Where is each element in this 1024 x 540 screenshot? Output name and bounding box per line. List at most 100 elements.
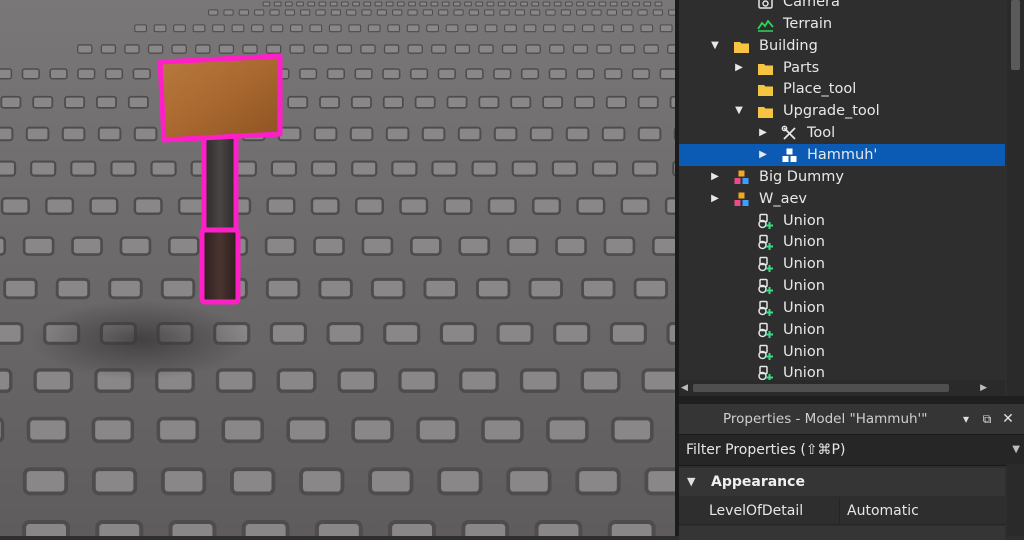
- scroll-right-icon[interactable]: ▶: [980, 380, 987, 396]
- baseplate-stud: [78, 45, 92, 53]
- horizontal-scroll-thumb[interactable]: [693, 384, 949, 392]
- hammer-grip: [202, 230, 238, 302]
- undock-icon[interactable]: ⧉: [978, 404, 996, 434]
- explorer-item-label: Union: [783, 231, 825, 253]
- baseplate-stud: [24, 238, 53, 255]
- baseplate-stud: [244, 522, 288, 536]
- explorer-item[interactable]: Union: [679, 253, 1005, 275]
- baseplate-stud: [548, 419, 587, 442]
- explorer-item[interactable]: Union: [679, 319, 1005, 341]
- collapse-arrow-icon[interactable]: ▼: [709, 35, 721, 57]
- explorer-item[interactable]: ▶Parts: [679, 57, 1005, 79]
- 3d-viewport[interactable]: [0, 0, 675, 536]
- baseplate-stud: [57, 279, 89, 297]
- explorer-item-label: Union: [783, 341, 825, 363]
- category-label: Appearance: [711, 468, 805, 496]
- baseplate-stud: [575, 97, 594, 108]
- close-icon[interactable]: ✕: [999, 404, 1017, 434]
- explorer-panel: CameraTerrain▼Building▶PartsPlace_tool▼U…: [679, 0, 1024, 396]
- property-name: LevelOfDetail: [709, 498, 803, 524]
- explorer-item[interactable]: Camera: [679, 0, 1005, 13]
- expand-arrow-icon[interactable]: ▶: [709, 166, 721, 188]
- filter-properties-placeholder[interactable]: Filter Properties (⇧⌘P): [686, 435, 845, 465]
- panel-divider[interactable]: [679, 396, 1024, 404]
- baseplate-stud: [577, 2, 584, 6]
- baseplate-stud: [271, 25, 283, 32]
- explorer-item[interactable]: Union: [679, 210, 1005, 232]
- baseplate-stud: [337, 45, 351, 53]
- baseplate-stud: [266, 238, 295, 255]
- property-row-levelofdetail[interactable]: LevelOfDetail Automatic: [679, 498, 1005, 525]
- baseplate-stud: [372, 279, 404, 297]
- chevron-down-icon[interactable]: ▾: [957, 404, 975, 434]
- explorer-item[interactable]: Union: [679, 297, 1005, 319]
- baseplate-stud: [219, 45, 233, 53]
- explorer-vertical-scrollbar[interactable]: [1007, 0, 1024, 396]
- vertical-scroll-thumb[interactable]: [1011, 0, 1020, 70]
- colored-model-icon: [733, 191, 750, 208]
- baseplate-stud: [111, 162, 135, 176]
- baseplate-stud: [483, 419, 522, 442]
- properties-panel: Properties - Model "Hammuh'" ▾ ⧉ ✕ Filte…: [679, 404, 1024, 536]
- baseplate-stud: [274, 2, 281, 6]
- category-collapse-icon[interactable]: ▼: [687, 468, 695, 496]
- baseplate-stud: [602, 25, 614, 32]
- explorer-item[interactable]: Union: [679, 231, 1005, 253]
- explorer-item[interactable]: ▼Upgrade_tool: [679, 100, 1005, 122]
- explorer-item[interactable]: Union: [679, 275, 1005, 297]
- filter-dropdown-icon[interactable]: ▼: [1012, 435, 1020, 465]
- hammer-model[interactable]: [160, 56, 280, 302]
- explorer-item-label: Building: [759, 35, 818, 57]
- union-icon: [757, 300, 774, 317]
- filter-properties-input[interactable]: Filter Properties (⇧⌘P) ▼: [679, 434, 1024, 466]
- baseplate-stud: [550, 45, 564, 53]
- baseplate-stud: [463, 522, 507, 536]
- baseplate-stud: [479, 45, 493, 53]
- baseplate-stud: [613, 419, 652, 442]
- explorer-item[interactable]: ▶W_aev: [679, 188, 1005, 210]
- expand-arrow-icon[interactable]: ▶: [733, 57, 745, 79]
- properties-header: Properties - Model "Hammuh'" ▾ ⧉ ✕: [679, 404, 1024, 434]
- collapse-arrow-icon[interactable]: ▼: [733, 100, 745, 122]
- expand-arrow-icon[interactable]: ▶: [709, 188, 721, 210]
- baseplate-stud: [505, 25, 517, 32]
- baseplate-stud: [408, 45, 422, 53]
- expand-arrow-icon[interactable]: ▶: [757, 144, 769, 166]
- explorer-item[interactable]: Union: [679, 341, 1005, 363]
- camera-icon: [757, 0, 774, 11]
- explorer-item[interactable]: ▶Tool: [679, 122, 1005, 144]
- explorer-item-label: Union: [783, 210, 825, 232]
- baseplate-stud: [24, 522, 68, 536]
- properties-vertical-scrollbar[interactable]: [1007, 464, 1024, 536]
- scroll-left-icon[interactable]: ◀: [681, 380, 688, 396]
- baseplate-stud: [460, 238, 489, 255]
- baseplate-stud: [655, 2, 662, 6]
- baseplate-stud: [329, 25, 341, 32]
- explorer-item[interactable]: ▶Hammuh': [679, 144, 1005, 166]
- expand-arrow-icon[interactable]: ▶: [757, 122, 769, 144]
- baseplate-stud: [635, 279, 667, 297]
- baseplate-stud: [110, 279, 142, 297]
- terrain-icon: [757, 16, 774, 33]
- explorer-item[interactable]: Terrain: [679, 13, 1005, 35]
- baseplate-stud: [97, 522, 141, 536]
- baseplate-stud: [515, 10, 524, 15]
- baseplate-stud: [532, 2, 539, 6]
- explorer-item[interactable]: ▶Big Dummy: [679, 166, 1005, 188]
- baseplate-stud: [646, 469, 675, 493]
- baseplate-stud: [315, 238, 344, 255]
- baseplate-stud: [370, 469, 411, 493]
- baseplate-stud: [232, 469, 273, 493]
- category-appearance[interactable]: ▼ Appearance: [679, 468, 1005, 496]
- baseplate-stud: [301, 469, 342, 493]
- baseplate-stud: [411, 238, 440, 255]
- baseplate-stud: [319, 2, 326, 6]
- explorer-item[interactable]: ▼ Building: [679, 35, 1005, 57]
- explorer-item[interactable]: Place_tool: [679, 78, 1005, 100]
- folder-icon: [757, 81, 774, 98]
- property-value[interactable]: Automatic: [847, 498, 919, 524]
- baseplate-stud: [610, 2, 617, 6]
- baseplate-stud: [27, 128, 49, 141]
- explorer-horizontal-scrollbar[interactable]: ◀ ▶: [679, 380, 1005, 396]
- baseplate-stud: [255, 10, 264, 15]
